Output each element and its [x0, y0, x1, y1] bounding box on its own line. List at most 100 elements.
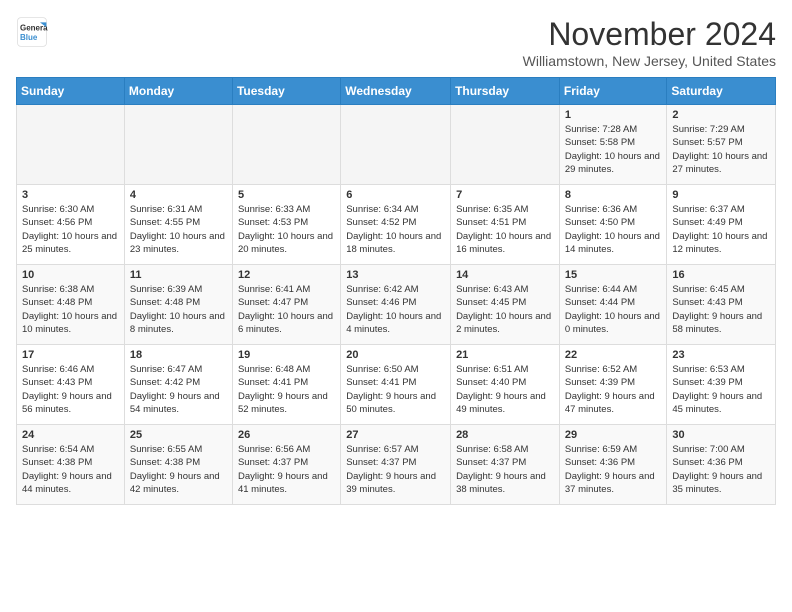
day-info: Sunrise: 6:41 AM Sunset: 4:47 PM Dayligh…	[238, 283, 335, 336]
calendar-cell: 7 Sunrise: 6:35 AM Sunset: 4:51 PM Daylig…	[451, 185, 560, 265]
calendar-cell: 2Sunrise: 7:29 AM Sunset: 5:57 PM Daylig…	[667, 105, 776, 185]
calendar-cell: 4 Sunrise: 6:31 AM Sunset: 4:55 PM Daylig…	[124, 185, 232, 265]
svg-text:Blue: Blue	[20, 33, 38, 42]
day-info: Sunrise: 6:34 AM Sunset: 4:52 PM Dayligh…	[346, 203, 445, 256]
calendar-cell: 3Sunrise: 6:30 AM Sunset: 4:56 PM Daylig…	[17, 185, 125, 265]
calendar-cell: 16 Sunrise: 6:45 AM Sunset: 4:43 PM Dayli…	[667, 265, 776, 345]
day-number: 25	[130, 429, 227, 441]
calendar-cell	[451, 105, 560, 185]
day-info: Sunrise: 6:39 AM Sunset: 4:48 PM Dayligh…	[130, 283, 227, 336]
calendar-cell: 18 Sunrise: 6:47 AM Sunset: 4:42 PM Dayli…	[124, 345, 232, 425]
calendar-table: SundayMondayTuesdayWednesdayThursdayFrid…	[16, 77, 776, 505]
calendar-cell: 29 Sunrise: 6:59 AM Sunset: 4:36 PM Dayli…	[559, 425, 667, 505]
day-number: 28	[456, 429, 554, 441]
calendar-cell: 24 Sunrise: 6:54 AM Sunset: 4:38 PM Dayli…	[17, 425, 125, 505]
logo: General Blue	[16, 16, 52, 48]
day-number: 26	[238, 429, 335, 441]
calendar-cell: 13 Sunrise: 6:42 AM Sunset: 4:46 PM Dayli…	[341, 265, 451, 345]
day-number: 17	[22, 349, 119, 361]
calendar-header-row: SundayMondayTuesdayWednesdayThursdayFrid…	[17, 78, 776, 105]
day-number: 4	[130, 189, 227, 201]
day-info: Sunrise: 6:52 AM Sunset: 4:39 PM Dayligh…	[565, 363, 662, 416]
day-info: Sunrise: 6:45 AM Sunset: 4:43 PM Dayligh…	[672, 283, 770, 336]
day-info: Sunrise: 6:54 AM Sunset: 4:38 PM Dayligh…	[22, 443, 119, 496]
calendar-week-row: 1 Sunrise: 7:28 AM Sunset: 5:58 PM Daylig…	[17, 105, 776, 185]
day-number: 1	[565, 109, 662, 121]
weekday-header-tuesday: Tuesday	[232, 78, 340, 105]
day-number: 20	[346, 349, 445, 361]
day-number: 12	[238, 269, 335, 281]
day-number: 27	[346, 429, 445, 441]
calendar-cell: 9 Sunrise: 6:37 AM Sunset: 4:49 PM Daylig…	[667, 185, 776, 265]
calendar-cell: 5 Sunrise: 6:33 AM Sunset: 4:53 PM Daylig…	[232, 185, 340, 265]
day-number: 3	[22, 189, 119, 201]
calendar-week-row: 24 Sunrise: 6:54 AM Sunset: 4:38 PM Dayli…	[17, 425, 776, 505]
weekday-header-monday: Monday	[124, 78, 232, 105]
calendar-cell: 14 Sunrise: 6:43 AM Sunset: 4:45 PM Dayli…	[451, 265, 560, 345]
day-info: Sunrise: 6:55 AM Sunset: 4:38 PM Dayligh…	[130, 443, 227, 496]
calendar-cell	[341, 105, 451, 185]
weekday-header-saturday: Saturday	[667, 78, 776, 105]
day-number: 5	[238, 189, 335, 201]
day-number: 8	[565, 189, 662, 201]
day-info: Sunrise: 6:42 AM Sunset: 4:46 PM Dayligh…	[346, 283, 445, 336]
day-info: Sunrise: 6:53 AM Sunset: 4:39 PM Dayligh…	[672, 363, 770, 416]
location-subtitle: Williamstown, New Jersey, United States	[523, 53, 776, 69]
day-number: 16	[672, 269, 770, 281]
calendar-cell	[124, 105, 232, 185]
calendar-cell: 15Sunrise: 6:44 AM Sunset: 4:44 PM Dayli…	[559, 265, 667, 345]
month-title: November 2024	[523, 16, 776, 53]
calendar-cell: 20 Sunrise: 6:50 AM Sunset: 4:41 PM Dayli…	[341, 345, 451, 425]
logo-icon: General Blue	[16, 16, 48, 48]
day-info: Sunrise: 6:31 AM Sunset: 4:55 PM Dayligh…	[130, 203, 227, 256]
day-number: 6	[346, 189, 445, 201]
day-number: 7	[456, 189, 554, 201]
day-number: 24	[22, 429, 119, 441]
day-number: 23	[672, 349, 770, 361]
day-number: 13	[346, 269, 445, 281]
calendar-cell	[17, 105, 125, 185]
calendar-cell: 8Sunrise: 6:36 AM Sunset: 4:50 PM Daylig…	[559, 185, 667, 265]
weekday-header-sunday: Sunday	[17, 78, 125, 105]
day-number: 21	[456, 349, 554, 361]
day-number: 14	[456, 269, 554, 281]
calendar-cell: 26Sunrise: 6:56 AM Sunset: 4:37 PM Dayli…	[232, 425, 340, 505]
calendar-week-row: 10 Sunrise: 6:38 AM Sunset: 4:48 PM Dayli…	[17, 265, 776, 345]
calendar-cell: 19Sunrise: 6:48 AM Sunset: 4:41 PM Dayli…	[232, 345, 340, 425]
weekday-header-friday: Friday	[559, 78, 667, 105]
calendar-cell: 10 Sunrise: 6:38 AM Sunset: 4:48 PM Dayli…	[17, 265, 125, 345]
calendar-cell: 23 Sunrise: 6:53 AM Sunset: 4:39 PM Dayli…	[667, 345, 776, 425]
page-header: General Blue November 2024 Williamstown,…	[16, 16, 776, 69]
calendar-week-row: 3Sunrise: 6:30 AM Sunset: 4:56 PM Daylig…	[17, 185, 776, 265]
day-number: 30	[672, 429, 770, 441]
day-info: Sunrise: 6:43 AM Sunset: 4:45 PM Dayligh…	[456, 283, 554, 336]
day-info: Sunrise: 6:44 AM Sunset: 4:44 PM Dayligh…	[565, 283, 662, 336]
day-info: Sunrise: 6:35 AM Sunset: 4:51 PM Dayligh…	[456, 203, 554, 256]
day-number: 18	[130, 349, 227, 361]
day-info: Sunrise: 6:33 AM Sunset: 4:53 PM Dayligh…	[238, 203, 335, 256]
calendar-cell: 27 Sunrise: 6:57 AM Sunset: 4:37 PM Dayli…	[341, 425, 451, 505]
day-number: 10	[22, 269, 119, 281]
title-block: November 2024 Williamstown, New Jersey, …	[523, 16, 776, 69]
day-info: Sunrise: 6:46 AM Sunset: 4:43 PM Dayligh…	[22, 363, 119, 416]
day-number: 29	[565, 429, 662, 441]
day-info: Sunrise: 7:00 AM Sunset: 4:36 PM Dayligh…	[672, 443, 770, 496]
day-info: Sunrise: 6:57 AM Sunset: 4:37 PM Dayligh…	[346, 443, 445, 496]
day-info: Sunrise: 6:58 AM Sunset: 4:37 PM Dayligh…	[456, 443, 554, 496]
day-info: Sunrise: 7:29 AM Sunset: 5:57 PM Dayligh…	[672, 123, 770, 176]
day-info: Sunrise: 6:47 AM Sunset: 4:42 PM Dayligh…	[130, 363, 227, 416]
weekday-header-thursday: Thursday	[451, 78, 560, 105]
calendar-cell: 6 Sunrise: 6:34 AM Sunset: 4:52 PM Daylig…	[341, 185, 451, 265]
day-info: Sunrise: 6:37 AM Sunset: 4:49 PM Dayligh…	[672, 203, 770, 256]
calendar-cell	[232, 105, 340, 185]
day-info: Sunrise: 6:50 AM Sunset: 4:41 PM Dayligh…	[346, 363, 445, 416]
day-info: Sunrise: 6:38 AM Sunset: 4:48 PM Dayligh…	[22, 283, 119, 336]
calendar-cell: 11Sunrise: 6:39 AM Sunset: 4:48 PM Dayli…	[124, 265, 232, 345]
calendar-cell: 25 Sunrise: 6:55 AM Sunset: 4:38 PM Dayli…	[124, 425, 232, 505]
calendar-cell: 17 Sunrise: 6:46 AM Sunset: 4:43 PM Dayli…	[17, 345, 125, 425]
day-info: Sunrise: 7:28 AM Sunset: 5:58 PM Dayligh…	[565, 123, 662, 176]
day-info: Sunrise: 6:59 AM Sunset: 4:36 PM Dayligh…	[565, 443, 662, 496]
calendar-cell: 28 Sunrise: 6:58 AM Sunset: 4:37 PM Dayli…	[451, 425, 560, 505]
day-number: 9	[672, 189, 770, 201]
weekday-header-wednesday: Wednesday	[341, 78, 451, 105]
